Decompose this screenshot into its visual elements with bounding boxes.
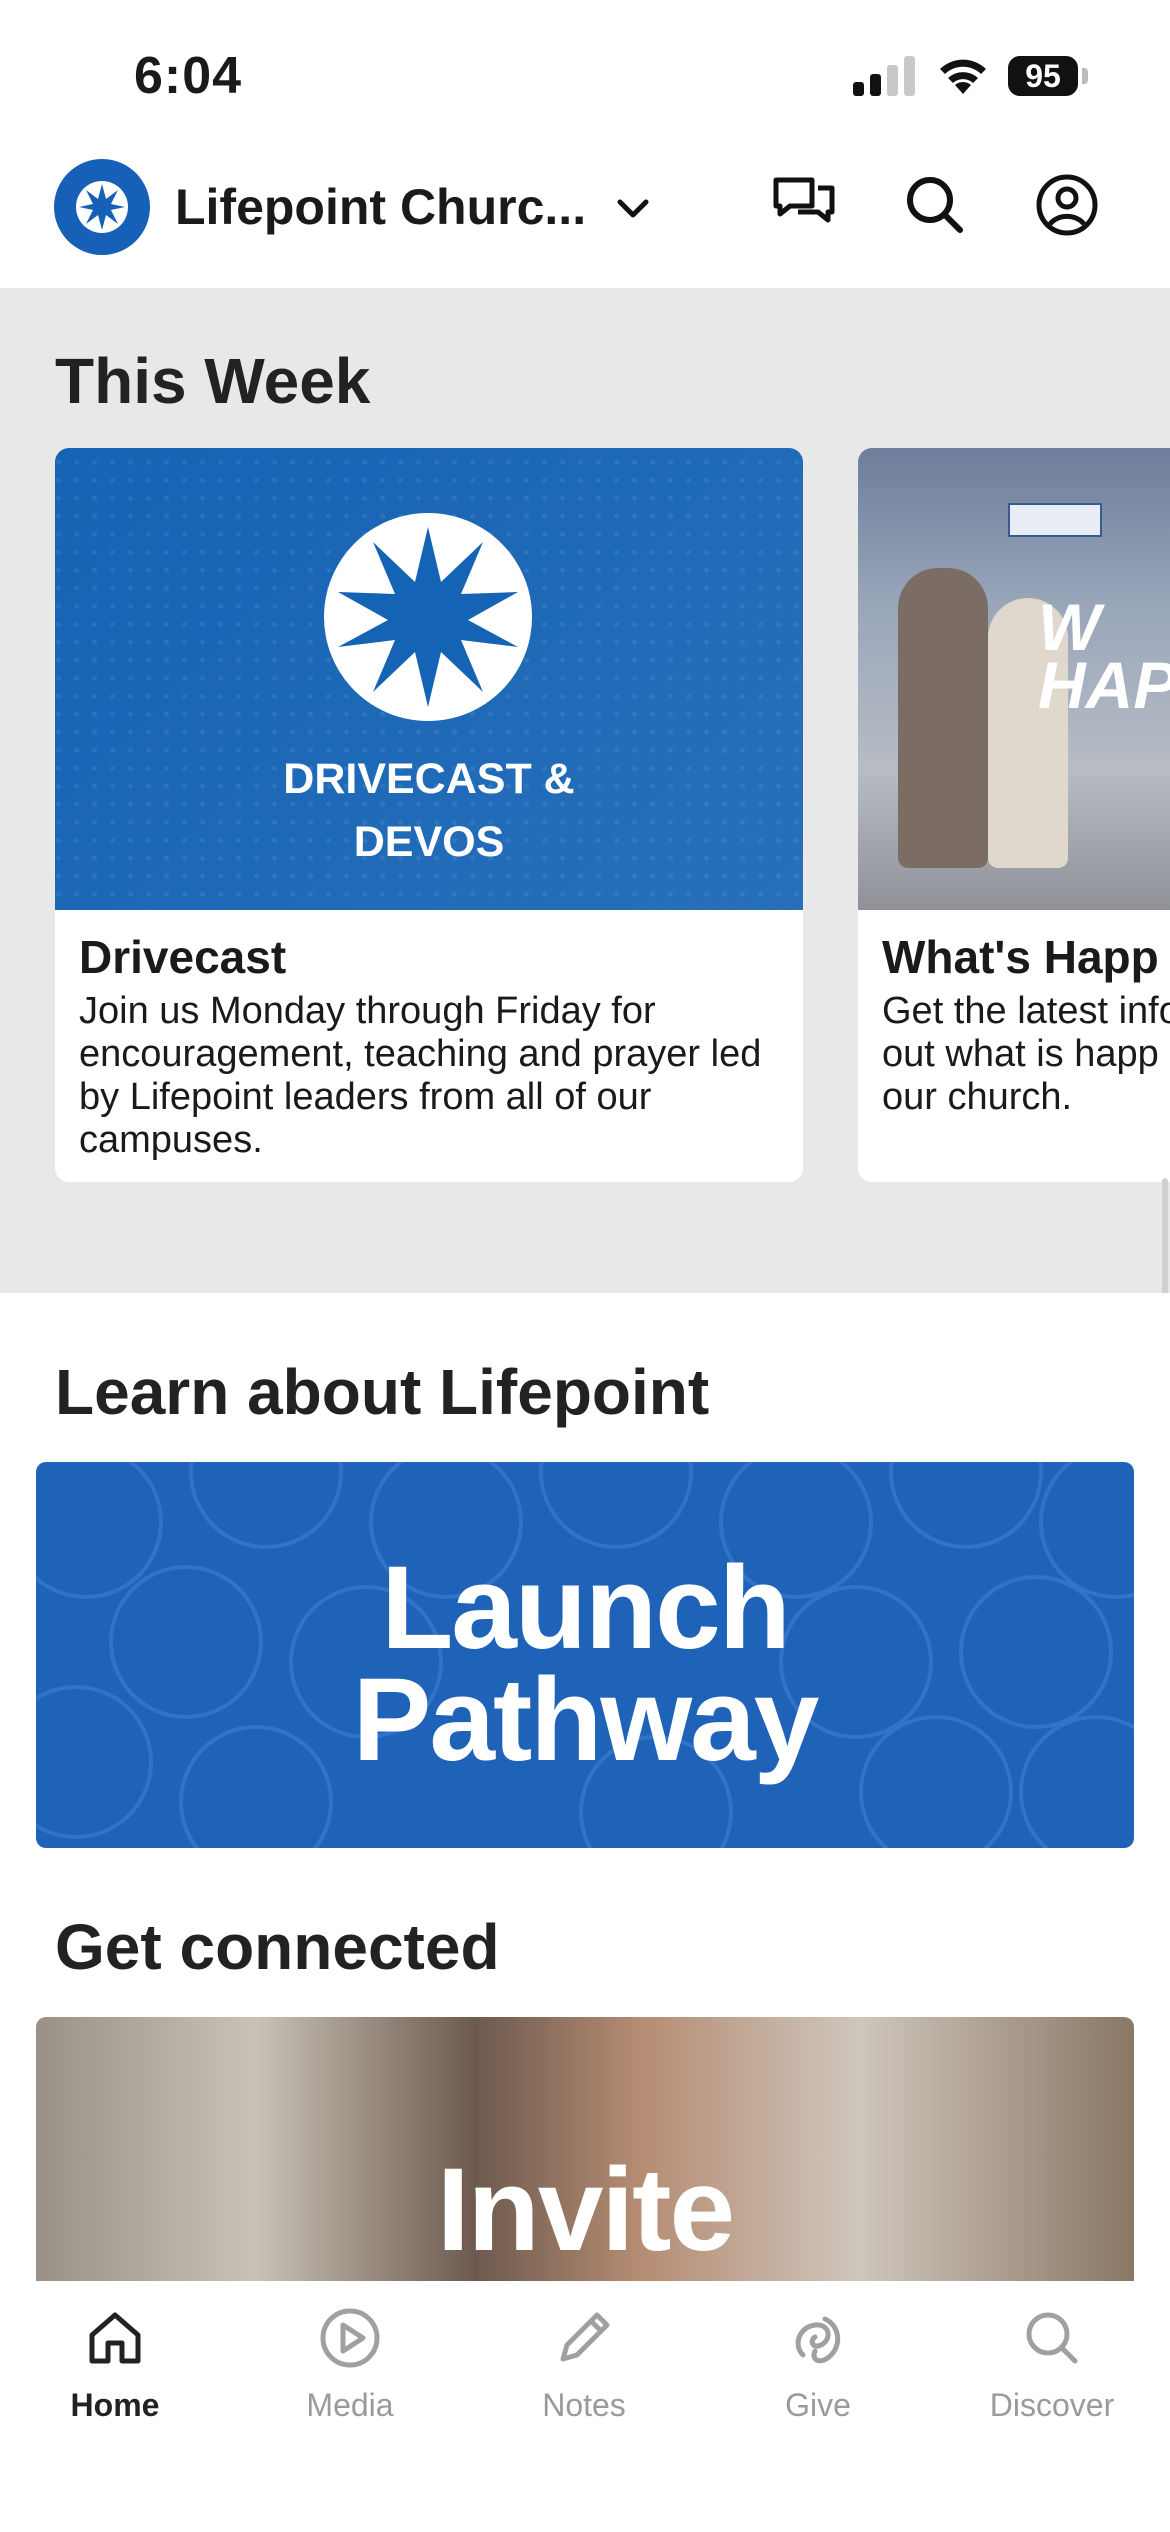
search-icon <box>1026 2312 1078 2364</box>
app-header: Lifepoint Churc... <box>0 150 1170 288</box>
chat-icon[interactable] <box>770 170 840 240</box>
chevron-down-icon[interactable] <box>614 194 652 222</box>
tab-label: Notes <box>542 2387 626 2423</box>
account-icon[interactable] <box>1032 170 1102 240</box>
card-image-text: W HAP <box>1038 590 1170 722</box>
church-logo[interactable] <box>54 159 150 255</box>
status-time: 6:04 <box>134 47 243 105</box>
card-image-text: DRIVECAST & DEVOS <box>283 755 575 866</box>
card-description: Join us Monday through Friday for encour… <box>79 990 762 1161</box>
give-icon <box>795 2316 841 2364</box>
tab-label: Media <box>306 2387 394 2423</box>
tab-notes[interactable]: Notes <box>484 2305 684 2455</box>
church-name[interactable]: Lifepoint Churc... <box>175 178 586 236</box>
card-image: DRIVECAST & DEVOS <box>55 448 803 910</box>
play-icon <box>320 2308 380 2368</box>
compass-star-icon <box>76 181 128 233</box>
tab-give[interactable]: Give <box>718 2305 918 2455</box>
home-icon <box>89 2312 141 2364</box>
banner-text: Launch Pathway <box>352 1542 820 1786</box>
tab-label: Give <box>785 2387 851 2423</box>
this-week-section: This Week DRIVECAST & DEVOS Drivecast Jo… <box>0 288 1170 1293</box>
battery-level: 95 <box>1008 56 1078 96</box>
section-title-this-week: This Week <box>55 345 371 417</box>
invite-banner[interactable]: Invite <box>36 2017 1134 2281</box>
scrollbar[interactable] <box>1162 1178 1168 1293</box>
card-image: W HAP <box>858 448 1170 910</box>
launch-pathway-banner[interactable]: Launch Pathway <box>36 1462 1134 1848</box>
card-title: What's Happ <box>882 931 1159 983</box>
tab-media[interactable]: Media <box>250 2305 450 2455</box>
card-description: Get the latest info out what is happ our… <box>882 990 1170 1118</box>
card-title: Drivecast <box>79 931 287 983</box>
tab-label: Home <box>70 2387 160 2423</box>
bottom-tab-bar: Home Media Notes Give Discover <box>0 2281 1170 2532</box>
tab-discover[interactable]: Discover <box>952 2305 1152 2455</box>
status-bar: 6:04 95 <box>0 0 1170 150</box>
card-whats-happening[interactable]: W HAP What's Happ Get the latest info ou… <box>858 448 1170 1182</box>
compass-star-icon <box>324 513 532 721</box>
tab-home[interactable]: Home <box>15 2305 215 2455</box>
search-icon[interactable] <box>900 170 970 240</box>
tab-label: Discover <box>989 2387 1115 2423</box>
cellular-signal-icon <box>853 56 915 96</box>
pencil-icon <box>560 2312 610 2362</box>
banner-text: Invite <box>436 2144 735 2276</box>
battery-icon: 95 <box>1008 56 1088 98</box>
card-drivecast[interactable]: DRIVECAST & DEVOS Drivecast Join us Mond… <box>55 448 803 1182</box>
section-title-connected: Get connected <box>55 1911 500 1983</box>
wifi-icon <box>940 59 986 94</box>
section-title-learn: Learn about Lifepoint <box>55 1356 710 1428</box>
